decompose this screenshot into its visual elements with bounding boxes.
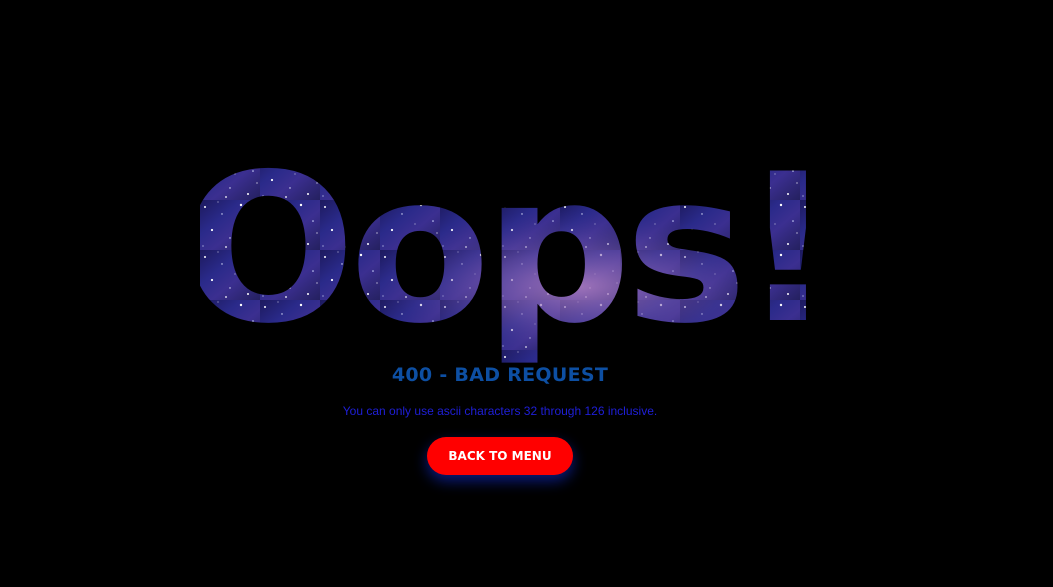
error-page: Oops! 400 - BAD REQUEST You can only use…	[0, 0, 1053, 587]
oops-hero: Oops!	[200, 150, 810, 370]
oops-galaxy-graphic: Oops!	[200, 150, 810, 370]
back-to-menu-button[interactable]: BACK TO MENU	[427, 437, 573, 475]
error-title: 400 - BAD REQUEST	[391, 364, 609, 386]
error-message: You can only use ascii characters 32 thr…	[342, 404, 658, 418]
